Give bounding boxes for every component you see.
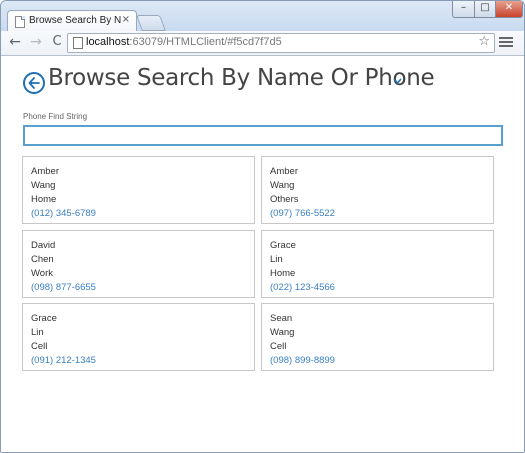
contact-card[interactable]: Amber Wang Home (012) 345-6789 — [22, 156, 255, 224]
minimize-button[interactable]: – — [452, 1, 475, 18]
first-name: Grace — [31, 313, 57, 324]
page-icon — [15, 16, 25, 28]
page-icon — [73, 37, 83, 49]
back-button[interactable] — [23, 72, 45, 94]
phone-type: Others — [270, 194, 299, 205]
url-text: localhost:63079/HTMLClient/#f5cd7f7d5 — [86, 36, 282, 48]
close-tab-icon[interactable]: × — [122, 14, 130, 25]
phone-type: Cell — [31, 341, 48, 352]
maximize-button[interactable]: □ — [474, 1, 496, 18]
title-bar: Browse Search By Name O × – □ ✕ — [1, 1, 524, 33]
phone-number: (012) 345-6789 — [31, 208, 96, 219]
last-name: Chen — [31, 254, 54, 265]
address-bar[interactable]: localhost:63079/HTMLClient/#f5cd7f7d5 ☆ — [67, 33, 495, 53]
phone-number: (098) 877-6655 — [31, 282, 96, 293]
last-name: Lin — [270, 254, 283, 265]
phone-number: (022) 123-4566 — [270, 282, 335, 293]
phone-type: Work — [31, 268, 53, 279]
back-arrow-icon[interactable]: ← — [7, 34, 23, 50]
close-window-button[interactable]: ✕ — [495, 1, 523, 18]
phone-find-input[interactable] — [23, 125, 503, 146]
contact-card[interactable]: Amber Wang Others (097) 766-5522 — [261, 156, 494, 224]
contact-card[interactable]: David Chen Work (098) 877-6655 — [22, 230, 255, 298]
first-name: Sean — [270, 313, 293, 324]
first-name: Amber — [31, 166, 59, 177]
browser-window: Browse Search By Name O × – □ ✕ ← → C lo… — [0, 0, 525, 453]
phone-number: (098) 899-8899 — [270, 355, 335, 366]
contact-card[interactable]: Grace Lin Cell (091) 212-1345 — [22, 303, 255, 371]
last-name: Wang — [270, 180, 295, 191]
contact-card[interactable]: Grace Lin Home (022) 123-4566 — [261, 230, 494, 298]
first-name: Amber — [270, 166, 298, 177]
page-viewport: Browse Search By Name Or Phone Phone Fin… — [1, 56, 524, 452]
phone-type: Cell — [270, 341, 287, 352]
phone-type: Home — [270, 268, 296, 279]
last-name: Wang — [270, 327, 295, 338]
phone-type: Home — [31, 194, 57, 205]
phone-number: (097) 766-5522 — [270, 208, 335, 219]
browser-toolbar: ← → C localhost:63079/HTMLClient/#f5cd7f… — [1, 31, 524, 56]
new-tab-button[interactable] — [136, 15, 166, 31]
contact-card[interactable]: Sean Wang Cell (098) 899-8899 — [261, 303, 494, 371]
first-name: David — [31, 240, 56, 251]
star-icon[interactable]: ☆ — [478, 34, 490, 49]
search-field-label: Phone Find String — [23, 112, 88, 121]
forward-arrow-icon[interactable]: → — [28, 34, 44, 50]
back-arrow-icon — [28, 77, 40, 89]
reload-icon[interactable]: C — [49, 34, 65, 50]
page-title: Browse Search By Name Or Phone — [48, 65, 435, 91]
last-name: Wang — [31, 180, 56, 191]
browser-tab[interactable]: Browse Search By Name O × — [7, 10, 137, 33]
first-name: Grace — [270, 240, 296, 251]
last-name: Lin — [31, 327, 44, 338]
chevron-down-icon[interactable] — [393, 78, 402, 84]
menu-icon[interactable] — [499, 35, 513, 49]
tab-title: Browse Search By Name O — [29, 15, 121, 26]
phone-number: (091) 212-1345 — [31, 355, 96, 366]
